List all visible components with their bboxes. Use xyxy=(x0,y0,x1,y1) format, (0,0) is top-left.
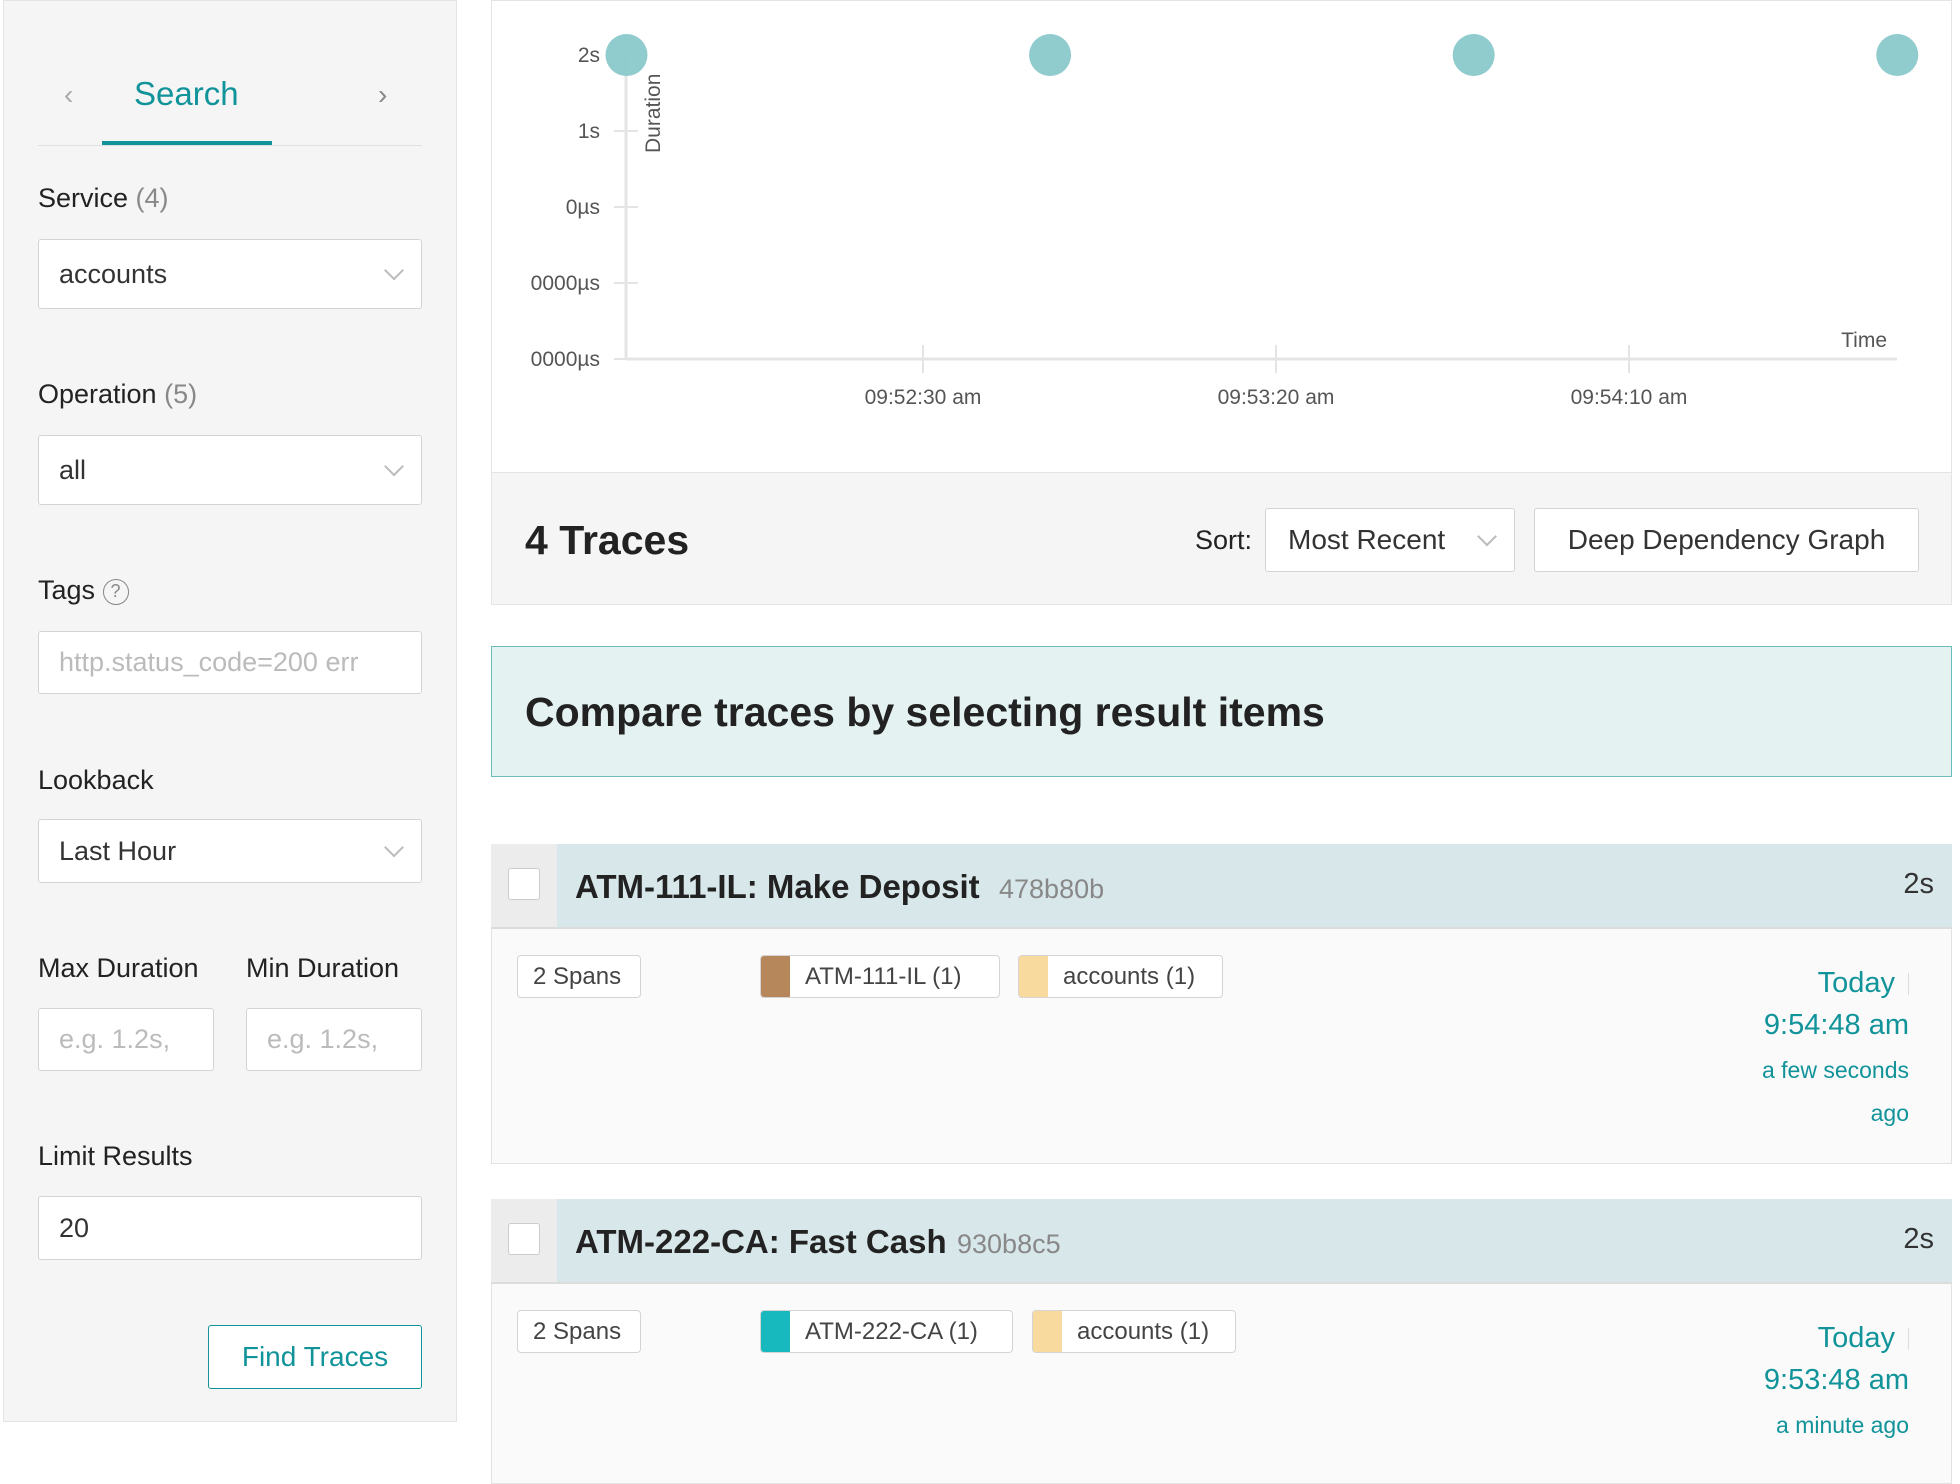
service-label: Service (4) xyxy=(38,183,169,213)
trace-select-checkbox[interactable] xyxy=(508,1223,540,1255)
min-duration-label: Min Duration xyxy=(246,953,400,983)
service-color-swatch xyxy=(761,956,790,997)
trace-card-body[interactable]: 2 Spans ATM-222-CA (1) accounts (1) Today… xyxy=(491,1284,1952,1484)
relative-time: a few seconds xyxy=(1761,1057,1909,1083)
trace-day: Today xyxy=(1817,1322,1895,1354)
trace-duration: 2s xyxy=(1903,1223,1934,1255)
trace-point[interactable] xyxy=(605,34,648,76)
y-tick-label: 0000µs xyxy=(531,348,600,371)
tab-divider xyxy=(38,145,422,146)
x-tick-label: 09:53:20 am xyxy=(1218,386,1335,409)
trace-card-header[interactable]: ATM-111-IL: Make Deposit 478b80b 2s xyxy=(491,844,1952,929)
chevron-down-icon xyxy=(384,260,404,281)
tab-search[interactable]: Search xyxy=(134,75,239,113)
prev-tab-icon[interactable]: ‹ xyxy=(64,79,73,111)
trace-duration: 2s xyxy=(1903,868,1934,900)
tags-input[interactable]: http.status_code=200 err xyxy=(38,631,422,694)
max-duration-label: Max Duration xyxy=(38,953,199,983)
trace-id: 478b80b xyxy=(999,874,1105,904)
operation-label: Operation (5) xyxy=(38,379,198,409)
scatter-chart-panel: 2s 1s 0µs 0000µs 0000µs 09:52:30 am 09:53:20 a… xyxy=(491,0,1952,472)
divider xyxy=(1908,1328,1909,1350)
x-tick-label: 09:54:10 am xyxy=(1571,386,1688,409)
trace-count: 4 Traces xyxy=(525,517,690,563)
y-tick-label: 2s xyxy=(578,44,600,67)
service-tag: accounts (1) xyxy=(1018,955,1223,998)
compare-banner: Compare traces by selecting result items xyxy=(491,646,1952,777)
divider xyxy=(1908,973,1909,995)
results-header: 4 Traces Sort: Most Recent Deep Dependen… xyxy=(491,472,1952,605)
chevron-down-icon xyxy=(1477,526,1497,547)
trace-time: 9:54:48 am xyxy=(1763,1009,1909,1041)
trace-card-header[interactable]: ATM-222-CA: Fast Cash 930b8c5 2s xyxy=(491,1199,1952,1284)
trace-select-checkbox[interactable] xyxy=(508,868,540,900)
service-color-swatch xyxy=(1019,956,1048,997)
sort-label: Sort: xyxy=(1195,525,1253,555)
trace-point[interactable] xyxy=(1876,34,1919,76)
trace-card-body[interactable]: 2 Spans ATM-111-IL (1) accounts (1) Today… xyxy=(491,929,1952,1164)
y-tick-label: 0µs xyxy=(566,196,600,219)
min-duration-input[interactable]: e.g. 1.2s, xyxy=(246,1008,422,1071)
chevron-down-icon xyxy=(384,456,404,477)
service-tag: accounts (1) xyxy=(1032,1310,1236,1353)
x-tick-label: 09:52:30 am xyxy=(865,386,982,409)
limit-results-label: Limit Results xyxy=(38,1141,193,1171)
lookback-label: Lookback xyxy=(38,765,154,795)
trace-id: 930b8c5 xyxy=(957,1229,1061,1259)
service-color-swatch xyxy=(761,1311,790,1352)
service-color-swatch xyxy=(1033,1311,1062,1352)
next-tab-icon[interactable]: › xyxy=(378,79,387,111)
y-axis-label: Duration xyxy=(642,74,665,153)
limit-results-input[interactable]: 20 xyxy=(38,1196,422,1260)
help-icon[interactable]: ? xyxy=(102,578,129,605)
find-traces-button[interactable]: Find Traces xyxy=(208,1325,422,1389)
search-sidebar: ‹ Search › Service (4) accounts Operatio… xyxy=(3,0,457,1422)
service-tag: ATM-222-CA (1) xyxy=(760,1310,1013,1353)
trace-time: 9:53:48 am xyxy=(1763,1364,1909,1396)
operation-select[interactable]: all xyxy=(38,435,422,505)
service-select[interactable]: accounts xyxy=(38,239,422,309)
checkbox-column xyxy=(491,1199,557,1282)
y-tick-label: 0000µs xyxy=(531,272,600,295)
service-tag: ATM-111-IL (1) xyxy=(760,955,1000,998)
deep-dependency-graph-button[interactable]: Deep Dependency Graph xyxy=(1534,508,1919,572)
trace-day: Today xyxy=(1817,967,1895,999)
scatter-chart: 2s 1s 0µs 0000µs 0000µs 09:52:30 am 09:53:20 a… xyxy=(531,34,1919,409)
relative-time: ago xyxy=(1870,1100,1909,1126)
span-count-tag: 2 Spans xyxy=(517,955,641,998)
span-count-tag: 2 Spans xyxy=(517,1310,641,1353)
trace-title[interactable]: ATM-111-IL: Make Deposit xyxy=(575,868,980,906)
trace-title[interactable]: ATM-222-CA: Fast Cash xyxy=(575,1223,947,1261)
max-duration-input[interactable]: e.g. 1.2s, xyxy=(38,1008,214,1071)
checkbox-column xyxy=(491,844,557,927)
compare-banner-text: Compare traces by selecting result items xyxy=(525,689,1325,735)
sort-select[interactable]: Most Recent xyxy=(1265,508,1515,572)
chevron-down-icon xyxy=(384,837,404,858)
trace-point[interactable] xyxy=(1029,34,1072,76)
relative-time: a minute ago xyxy=(1776,1412,1909,1438)
tags-label: Tags ? xyxy=(38,575,129,606)
lookback-select[interactable]: Last Hour xyxy=(38,819,422,883)
y-tick-label: 1s xyxy=(578,120,600,143)
trace-point[interactable] xyxy=(1452,34,1495,76)
x-axis-label: Time xyxy=(1841,329,1887,352)
